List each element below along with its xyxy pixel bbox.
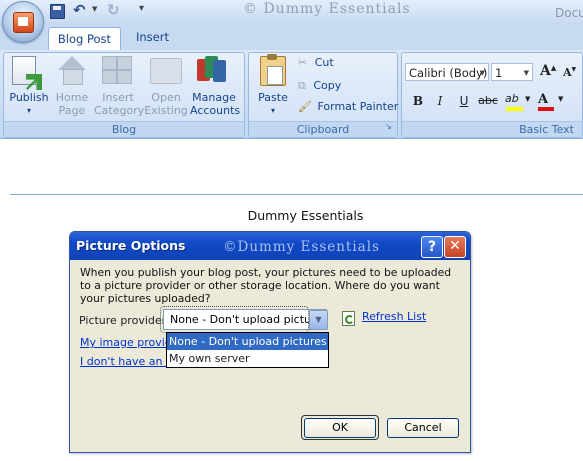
- tab-blog-post[interactable]: Blog Post: [48, 27, 121, 51]
- font-name-combo[interactable]: Calibri (Body) ▼: [405, 63, 489, 81]
- picture-provider-dropdown-list: None - Don't upload pictures My own serv…: [166, 332, 329, 368]
- ok-button[interactable]: OK: [304, 418, 376, 438]
- tab-insert[interactable]: Insert: [136, 30, 169, 44]
- font-name-value: Calibri (Body): [409, 66, 488, 80]
- document-text: Dummy Essentials: [247, 208, 364, 223]
- picture-options-dialog: Picture Options ©Dummy Essentials ? ✕ Wh…: [69, 231, 471, 453]
- font-color-button[interactable]: A ▼: [538, 92, 568, 111]
- cancel-button[interactable]: Cancel: [387, 418, 459, 438]
- font-color-dropdown-icon[interactable]: ▼: [558, 95, 563, 103]
- home-icon: [58, 56, 86, 85]
- home-page-button[interactable]: Home Page: [50, 91, 94, 117]
- insert-category-button[interactable]: Insert Category: [94, 91, 145, 117]
- copy-button[interactable]: ⧉ Copy: [298, 79, 341, 93]
- refresh-icon[interactable]: [342, 311, 355, 326]
- manage-accounts-icon: [197, 56, 227, 84]
- customize-toolbar-icon[interactable]: ▾: [139, 3, 144, 14]
- insert-category-label-2: Category: [94, 103, 145, 117]
- underline-button[interactable]: U: [454, 92, 474, 110]
- basic-text-group-label: Basic Text: [402, 121, 582, 137]
- no-image-provider-link[interactable]: I don't have an im: [80, 355, 180, 368]
- open-existing-label-2: Existing: [144, 103, 188, 117]
- undo-icon[interactable]: ↶: [73, 1, 86, 19]
- blog-group-label: Blog: [4, 121, 244, 137]
- shrink-font-button[interactable]: A▼: [563, 66, 576, 79]
- insert-category-label: Insert: [102, 91, 134, 104]
- publish-label: Publish: [9, 91, 49, 104]
- highlight-button[interactable]: ab ▼: [505, 92, 535, 111]
- font-size-dropdown-icon[interactable]: ▼: [524, 64, 529, 82]
- font-name-dropdown-icon[interactable]: ▼: [480, 64, 485, 82]
- clipboard-group-label: Clipboard: [249, 121, 397, 137]
- copy-label: Copy: [313, 79, 342, 92]
- grow-font-button[interactable]: A▲: [540, 63, 556, 79]
- font-color-icon: A: [538, 92, 549, 107]
- publish-dropdown-icon: ▾: [26, 105, 31, 115]
- office-logo-icon: [13, 12, 34, 33]
- help-button[interactable]: ?: [421, 236, 443, 258]
- office-button[interactable]: [2, 1, 44, 43]
- category-icon: [102, 56, 132, 84]
- publish-button[interactable]: Publish ▾: [5, 91, 53, 117]
- font-color-swatch: [538, 107, 554, 111]
- dropdown-option-none[interactable]: None - Don't upload pictures: [167, 333, 328, 350]
- highlighter-icon: ab: [505, 92, 519, 105]
- close-button[interactable]: ✕: [444, 236, 466, 258]
- dialog-message: When you publish your blog post, your pi…: [80, 266, 452, 305]
- focus-ring: [160, 306, 309, 333]
- open-existing-label: Open: [151, 91, 181, 104]
- window-title: Docu: [555, 6, 583, 20]
- italic-button[interactable]: I: [430, 92, 450, 110]
- paintbrush-icon: 🖌: [298, 100, 312, 113]
- bold-button[interactable]: B: [408, 92, 428, 110]
- highlight-color-swatch: [506, 107, 523, 111]
- strikethrough-button[interactable]: abc: [476, 92, 500, 110]
- publish-icon: [12, 56, 42, 90]
- dialog-watermark: ©Dummy Essentials: [223, 239, 380, 255]
- open-existing-button[interactable]: Open Existing: [143, 91, 189, 117]
- shrink-font-label: A: [563, 66, 572, 79]
- font-size-value: 1: [495, 66, 503, 80]
- manage-accounts-button[interactable]: Manage Accounts: [190, 91, 241, 117]
- watermark: © Dummy Essentials: [243, 1, 411, 17]
- font-size-combo[interactable]: 1 ▼: [491, 63, 533, 81]
- home-page-label-2: Page: [58, 103, 86, 117]
- highlight-dropdown-icon[interactable]: ▼: [525, 95, 530, 103]
- manage-accounts-label-2: Accounts: [190, 103, 241, 117]
- paste-icon: [260, 54, 286, 86]
- refresh-list-link[interactable]: Refresh List: [362, 310, 426, 323]
- document-divider: [10, 194, 583, 195]
- picture-provider-label: Picture provider: [79, 314, 167, 327]
- grow-font-label: A: [540, 63, 551, 79]
- chevron-down-icon[interactable]: ▼: [309, 310, 328, 330]
- undo-dropdown-icon[interactable]: ▼: [92, 5, 97, 13]
- redo-icon[interactable]: ↻: [107, 1, 120, 19]
- copy-icon: ⧉: [298, 79, 306, 92]
- paste-dropdown-icon: ▾: [270, 105, 275, 115]
- cut-label: Cut: [314, 56, 334, 69]
- folder-icon: [150, 58, 182, 84]
- paste-label: Paste: [258, 91, 288, 104]
- paste-button[interactable]: Paste ▾: [254, 91, 292, 117]
- format-painter-button[interactable]: 🖌 Format Painter: [298, 100, 398, 113]
- cut-button[interactable]: ✂ Cut: [298, 56, 334, 69]
- manage-accounts-label: Manage: [192, 91, 236, 104]
- dialog-title: Picture Options: [76, 238, 186, 253]
- format-painter-label: Format Painter: [317, 100, 399, 113]
- clipboard-launcher-icon[interactable]: ↘: [385, 122, 392, 131]
- home-page-label: Home: [55, 91, 89, 104]
- dropdown-option-own-server[interactable]: My own server: [167, 350, 328, 367]
- save-icon[interactable]: [50, 4, 65, 19]
- scissors-icon: ✂: [298, 56, 308, 69]
